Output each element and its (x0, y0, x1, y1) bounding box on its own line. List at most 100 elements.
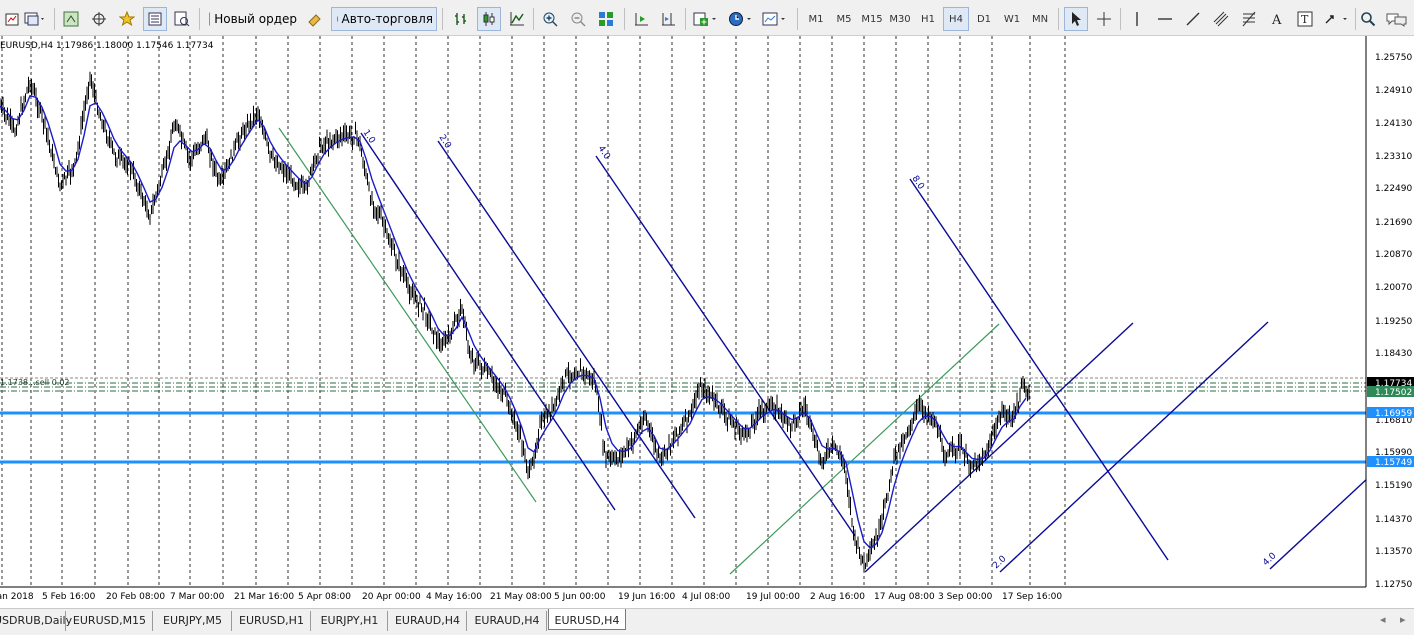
svg-text:T: T (1301, 13, 1309, 26)
trendline-icon[interactable] (1182, 7, 1204, 31)
time-scale[interactable]: Jan 2018 5 Feb 16:00 20 Feb 08:00 7 Mar … (0, 592, 1062, 602)
market-watch-icon[interactable] (60, 7, 82, 31)
time-tick: 5 Jun 00:00 (554, 592, 606, 602)
fan-line-8[interactable] (909, 178, 1169, 561)
chart-tab[interactable]: EURAUD,H4 (389, 611, 467, 631)
fan-line-4[interactable] (595, 155, 856, 537)
green-trendline[interactable] (278, 127, 537, 503)
zoom-out-icon[interactable] (567, 7, 589, 31)
time-tick: 7 Mar 00:00 (170, 592, 225, 602)
timeframe-m1-button[interactable]: M1 (803, 7, 829, 31)
trendlines[interactable] (278, 127, 1369, 575)
price-chart[interactable]: 1.0 2.0 4.0 8.0 2.0 4.0 EURUSD,H4 1.1798… (0, 36, 1414, 608)
time-tick: 2 Aug 16:00 (810, 592, 865, 602)
tab-scroll-right-icon[interactable]: ▸ (1400, 613, 1406, 626)
price-tag-support-text: 1.16959 (1375, 409, 1412, 419)
periods-clock-icon[interactable] (726, 7, 756, 31)
new-order-button[interactable]: Новый ордер (205, 7, 301, 31)
chart-tab[interactable]: USDRUB,Daily (0, 611, 72, 631)
bar-chart-icon[interactable] (450, 7, 472, 31)
time-tick: 3 Sep 00:00 (938, 592, 993, 602)
indicators-icon[interactable] (691, 7, 721, 31)
time-tick: 19 Jun 16:00 (618, 592, 675, 602)
price-tick: 1.22490 (1375, 184, 1412, 194)
tile-windows-icon[interactable] (594, 7, 618, 31)
candlesticks (0, 71, 1030, 572)
timeframe-m30-button[interactable]: M30 (887, 7, 913, 31)
equidistant-channel-icon[interactable] (1210, 7, 1232, 31)
chart-tab-active[interactable]: EURUSD,H4 (548, 609, 626, 630)
line-chart-icon[interactable] (506, 7, 528, 31)
chart-tab[interactable]: EURJPY,M5 (154, 611, 232, 631)
templates-icon[interactable] (760, 7, 790, 31)
auto-trading-button[interactable]: Авто-торговля (331, 7, 437, 31)
text-icon[interactable]: A (1266, 7, 1288, 31)
timeframe-h1-button[interactable]: H1 (915, 7, 941, 31)
fan-line-1[interactable] (360, 132, 616, 511)
timeframe-h4-button[interactable]: H4 (943, 7, 969, 31)
fibonacci-retracement-icon[interactable] (1238, 7, 1260, 31)
price-tick: 1.20870 (1375, 250, 1412, 260)
channel-line-2[interactable] (999, 321, 1269, 573)
price-tick: 1.20070 (1375, 283, 1412, 293)
tab-scroll-left-icon[interactable]: ◂ (1380, 613, 1386, 626)
chart-shift-icon[interactable] (657, 7, 679, 31)
channel-label: 1.0 (361, 128, 377, 146)
horizontal-line-icon[interactable] (1154, 7, 1176, 31)
chart-tab[interactable]: EURAUD,H4 (468, 611, 547, 631)
timeframe-m15-button[interactable]: M15 (859, 7, 885, 31)
timeframe-w1-button[interactable]: W1 (999, 7, 1025, 31)
chart-info-label: EURUSD,H4 1.17986 1.18000 1.17546 1.1773… (0, 41, 214, 51)
time-tick: Jan 2018 (0, 592, 34, 602)
price-tick: 1.23310 (1375, 152, 1412, 162)
price-tick: 1.12750 (1375, 580, 1412, 590)
channel-line-1[interactable] (864, 322, 1134, 573)
price-tick: 1.14370 (1375, 515, 1412, 525)
auto-scroll-icon[interactable] (630, 7, 652, 31)
search-icon[interactable] (1358, 7, 1378, 31)
time-tick: 19 Jul 00:00 (746, 592, 800, 602)
profiles-icon[interactable] (22, 7, 48, 31)
time-tick: 5 Feb 16:00 (42, 592, 96, 602)
price-tick: 1.24130 (1375, 119, 1412, 129)
cursor-icon[interactable] (1064, 7, 1088, 31)
price-tick: 1.25750 (1375, 53, 1412, 63)
data-window-icon[interactable] (143, 7, 167, 31)
moving-average-line (0, 94, 1027, 549)
chart-tab[interactable]: EURUSD,H1 (233, 611, 311, 631)
new-order-label: Новый ордер (214, 12, 297, 26)
timeframe-mn-button[interactable]: MN (1027, 7, 1053, 31)
channel-label: 8.0 (910, 174, 926, 192)
crosshair-navigator-icon[interactable] (88, 7, 110, 31)
price-tick: 1.21690 (1375, 218, 1412, 228)
time-tick: 20 Apr 00:00 (362, 592, 421, 602)
chart-tab[interactable]: EURUSD,M15 (67, 611, 153, 631)
arrows-icon[interactable] (1322, 7, 1352, 31)
crosshair-icon[interactable] (1093, 7, 1115, 31)
toolbar: Новый ордер Авто-торговля M1 M5 M15 M30 … (0, 0, 1414, 36)
channel-line-4[interactable] (1269, 477, 1369, 570)
time-tick: 4 May 16:00 (426, 592, 482, 602)
channel-label: 2.0 (437, 133, 453, 151)
favorites-star-icon[interactable] (116, 7, 138, 31)
text-label-icon[interactable]: T (1294, 7, 1316, 31)
svg-text:A: A (1271, 13, 1282, 27)
zoom-in-icon[interactable] (539, 7, 561, 31)
level-labels: 1.1738...sell 0.02 (0, 378, 70, 387)
price-tag-level-text: 1.17502 (1375, 388, 1412, 398)
vertical-grid (1, 36, 1066, 587)
chart-window[interactable]: 1.0 2.0 4.0 8.0 2.0 4.0 EURUSD,H4 1.1798… (0, 36, 1414, 608)
strategy-tester-icon[interactable] (171, 7, 193, 31)
candlestick-chart-icon[interactable] (477, 7, 501, 31)
new-chart-icon[interactable] (2, 7, 24, 31)
timeframe-m5-button[interactable]: M5 (831, 7, 857, 31)
vertical-line-icon[interactable] (1126, 7, 1148, 31)
time-tick: 21 May 08:00 (490, 592, 552, 602)
chat-icon[interactable] (1382, 7, 1412, 31)
timeframe-d1-button[interactable]: D1 (971, 7, 997, 31)
time-tick: 21 Mar 16:00 (234, 592, 294, 602)
channel-label: 2.0 (991, 554, 1008, 571)
chart-tab[interactable]: EURJPY,H1 (312, 611, 388, 631)
channel-labels: 1.0 2.0 4.0 8.0 2.0 4.0 (361, 128, 1279, 571)
metaeditor-icon[interactable] (304, 7, 326, 31)
